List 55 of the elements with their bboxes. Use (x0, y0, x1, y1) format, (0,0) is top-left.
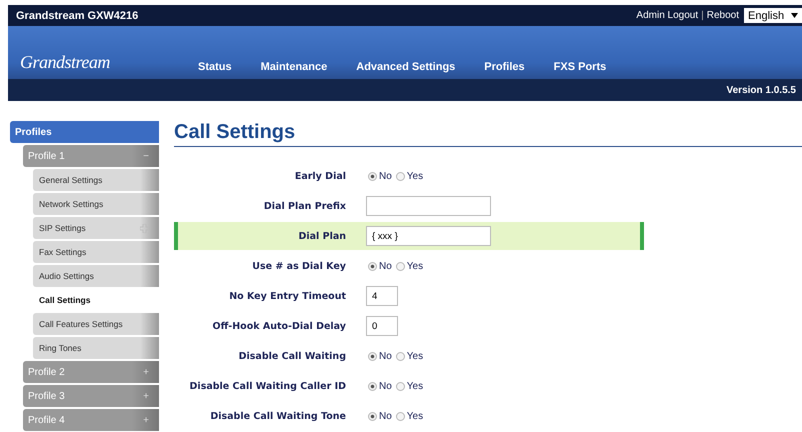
option-label: Yes (406, 350, 424, 362)
sidebar-header[interactable]: Profiles (10, 121, 159, 143)
field-label: Use # as Dial Key (251, 260, 346, 272)
field-label: Early Dial (294, 170, 346, 182)
radio-button[interactable] (396, 172, 405, 180)
language-select[interactable]: English (744, 8, 802, 23)
radio-button[interactable] (368, 172, 377, 180)
nav-tab[interactable]: FXS Ports (554, 61, 606, 73)
sidebar-item[interactable]: Audio Settings (33, 265, 159, 287)
field-label: Disable Call Waiting (238, 350, 346, 362)
radio-button[interactable] (396, 352, 405, 360)
option-label: Yes (406, 260, 424, 272)
option-label: Yes (406, 410, 424, 422)
product-title: Grandstream GXW4216 (16, 10, 138, 22)
page-title: Call Settings (174, 121, 802, 147)
nav-tab[interactable]: Profiles (484, 61, 525, 73)
logo: Grandstream (20, 52, 110, 73)
sidebar-item[interactable]: Fax Settings (33, 241, 159, 263)
radio-button[interactable] (368, 262, 377, 270)
field-label: Dial Plan (297, 230, 346, 242)
field-label: Disable Call Waiting Caller ID (188, 380, 346, 392)
input-field[interactable]: 0 (366, 316, 398, 336)
radio-button[interactable] (368, 382, 377, 390)
sidebar-item[interactable]: General Settings (33, 169, 159, 191)
radio-button[interactable] (396, 412, 405, 420)
input-field[interactable]: 4 (366, 286, 398, 306)
sidebar-item[interactable]: Ring Tones (33, 337, 159, 359)
sidebar-item[interactable]: SIP Settings (33, 217, 159, 239)
sidebar-item[interactable]: Network Settings (33, 193, 159, 215)
nav-tab[interactable]: Maintenance (260, 61, 328, 73)
option-label: No (379, 380, 392, 392)
option-label: Yes (406, 170, 424, 182)
option-label: No (379, 410, 392, 422)
field-label: No Key Entry Timeout (228, 290, 346, 302)
option-label: No (379, 350, 392, 362)
sidebar-item[interactable]: Call Features Settings (33, 313, 159, 335)
radio-button[interactable] (396, 262, 405, 270)
admin-logout-link[interactable]: Admin Logout (636, 10, 698, 21)
option-label: No (379, 260, 392, 272)
field-label: Disable Call Waiting Tone (209, 410, 346, 422)
input-field[interactable] (366, 196, 491, 216)
caret-icon (791, 13, 798, 18)
radio-button[interactable] (368, 412, 377, 420)
version-label: Version 1.0.5.5 (726, 84, 796, 96)
reboot-link[interactable]: Reboot (706, 10, 739, 21)
radio-button[interactable] (396, 382, 405, 390)
field-label: Dial Plan Prefix (262, 200, 346, 212)
nav-tab[interactable]: Advanced Settings (356, 61, 456, 73)
separator: | (701, 10, 704, 21)
option-label: No (379, 170, 392, 182)
input-field[interactable]: { xxx } (366, 226, 491, 246)
option-label: Yes (406, 380, 424, 392)
radio-button[interactable] (368, 352, 377, 360)
nav-tab[interactable]: Status (198, 61, 232, 73)
field-label: Off-Hook Auto-Dial Delay (212, 320, 346, 332)
